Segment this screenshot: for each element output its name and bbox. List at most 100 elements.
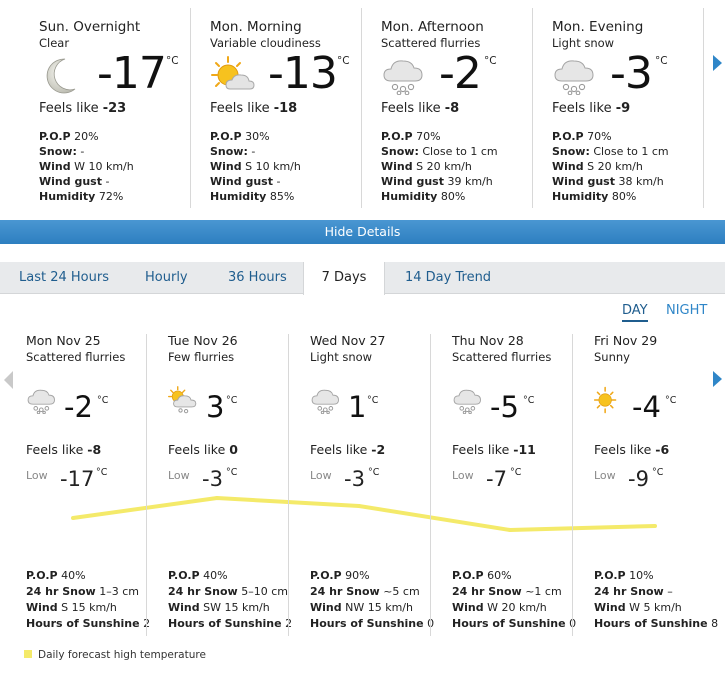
sunshine-label: Hours of Sunshine (168, 617, 282, 630)
temp-unit: °C (655, 55, 668, 67)
temp-unit: °C (665, 395, 677, 406)
wind-label: Wind (39, 160, 71, 173)
period-forecast-card: Mon. Morning Variable cloudiness -13 °C … (210, 0, 380, 210)
wind-label: Wind (552, 160, 584, 173)
wind-value: W 10 km/h (74, 160, 134, 173)
snow-label: Snow: (552, 145, 590, 158)
day-condition: Scattered flurries (452, 350, 552, 364)
pop-label: P.O.P (381, 130, 413, 143)
tab-14-day-trend[interactable]: 14 Day Trend (405, 262, 491, 294)
period-temp: -13 (268, 48, 338, 99)
wind-label: Wind (168, 601, 200, 614)
pop-value: 40% (61, 569, 86, 582)
forecast-tabs: Last 24 Hours Hourly 36 Hours 7 Days 14 … (0, 262, 725, 295)
day-details: P.O.P 40% 24 hr Snow 5–10 cm Wind SW 15 … (168, 568, 292, 632)
next-periods-arrow-icon[interactable] (713, 55, 722, 71)
feels-like-label: Feels like (594, 442, 652, 457)
feels-like: Feels like -2 (310, 442, 385, 457)
pop-label: P.O.P (210, 130, 242, 143)
snow-label: 24 hr Snow (452, 585, 522, 598)
period-forecast-strip: Sun. Overnight Clear -17 °C Feels like -… (0, 0, 725, 215)
humidity-value: 80% (440, 190, 466, 203)
feels-like-label: Feels like (210, 101, 270, 116)
divider (146, 334, 147, 636)
pop-value: 20% (74, 130, 99, 143)
pop-label: P.O.P (594, 569, 626, 582)
gust-value: 38 km/h (618, 175, 664, 188)
snow-value: Close to 1 cm (422, 145, 498, 158)
period-title: Mon. Morning (210, 19, 302, 35)
seven-day-forecast: Mon Nov 25 Scattered flurries -2 °C Feel… (0, 326, 725, 646)
temp-unit: °C (166, 55, 179, 67)
day-details: P.O.P 10% 24 hr Snow – Wind W 5 km/h Hou… (594, 568, 718, 632)
snow-value: 5–10 cm (241, 585, 288, 598)
temp-unit: °C (96, 467, 108, 478)
tab-36-hours[interactable]: 36 Hours (228, 262, 287, 294)
feels-like-label: Feels like (39, 101, 99, 116)
day-details: P.O.P 60% 24 hr Snow ~1 cm Wind W 20 km/… (452, 568, 576, 632)
hide-details-label: Hide Details (324, 224, 401, 239)
wind-value: S 20 km/h (587, 160, 643, 173)
period-title: Mon. Evening (552, 19, 644, 35)
gust-label: Wind gust (381, 175, 444, 188)
period-forecast-card: Mon. Evening Light snow -3 °C Feels like… (552, 0, 722, 210)
wind-value: S 20 km/h (416, 160, 472, 173)
pop-value: 70% (416, 130, 441, 143)
feels-like-value: -8 (444, 101, 460, 116)
period-details: P.O.P 20% Snow: - Wind W 10 km/h Wind gu… (39, 129, 134, 204)
day-low: -9 (628, 467, 649, 491)
humidity-label: Humidity (381, 190, 438, 203)
snow-value: - (80, 145, 85, 158)
snow-value: ~5 cm (383, 585, 420, 598)
feels-like-value: 0 (229, 442, 238, 457)
sunshine-value: 8 (711, 617, 719, 630)
snow-label: Snow: (381, 145, 419, 158)
gust-label: Wind gust (210, 175, 273, 188)
feels-like-value: -18 (273, 101, 298, 116)
low-label: Low (168, 469, 190, 482)
night-toggle[interactable]: NIGHT (666, 302, 707, 320)
day-toggle[interactable]: DAY (622, 302, 648, 322)
day-high: -5 (490, 390, 519, 424)
period-forecast-card: Mon. Afternoon Scattered flurries -2 °C … (381, 0, 551, 210)
tab-hourly[interactable]: Hourly (145, 262, 188, 294)
temp-unit: °C (226, 467, 238, 478)
temp-unit: °C (367, 395, 379, 406)
divider (190, 8, 191, 208)
feels-like-label: Feels like (168, 442, 226, 457)
day-low: -17 (60, 467, 95, 491)
feels-like: Feels like -23 (39, 101, 126, 116)
feels-like: Feels like 0 (168, 442, 238, 457)
temp-unit: °C (523, 395, 535, 406)
snow-label: 24 hr Snow (26, 585, 96, 598)
chart-legend: Daily forecast high temperature (24, 649, 206, 661)
tab-7-days[interactable]: 7 Days (303, 262, 385, 295)
day-high: 1 (348, 390, 367, 424)
feels-like: Feels like -8 (26, 442, 101, 457)
period-details: P.O.P 70% Snow: Close to 1 cm Wind S 20 … (381, 129, 498, 204)
wind-value: S 10 km/h (245, 160, 301, 173)
hide-details-button[interactable]: Hide Details (0, 220, 725, 244)
temp-unit: °C (97, 395, 109, 406)
period-forecast-card: Sun. Overnight Clear -17 °C Feels like -… (39, 0, 209, 210)
divider (361, 8, 362, 208)
period-condition: Light snow (552, 36, 615, 50)
pop-label: P.O.P (552, 130, 584, 143)
tab-last-24-hours[interactable]: Last 24 Hours (19, 262, 109, 294)
wind-value: W 5 km/h (629, 601, 682, 614)
day-condition: Few flurries (168, 350, 235, 364)
period-condition: Clear (39, 36, 70, 50)
temp-unit: °C (484, 55, 497, 67)
period-details: P.O.P 30% Snow: - Wind S 10 km/h Wind gu… (210, 129, 301, 204)
snow-label: 24 hr Snow (168, 585, 238, 598)
period-temp: -17 (97, 48, 167, 99)
day-high: 3 (206, 390, 225, 424)
day-high: -4 (632, 390, 661, 424)
feels-like-value: -23 (102, 101, 127, 116)
day-condition: Light snow (310, 350, 373, 364)
snow-value: Close to 1 cm (593, 145, 669, 158)
pop-value: 60% (487, 569, 512, 582)
snow-label: Snow: (210, 145, 248, 158)
gust-value: - (105, 175, 110, 188)
day-date: Thu Nov 28 (452, 333, 524, 348)
